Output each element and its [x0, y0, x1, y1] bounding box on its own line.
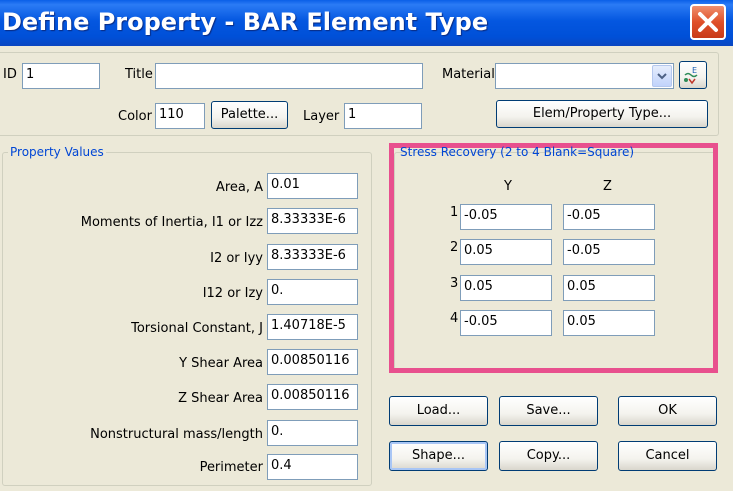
point-1-z-field[interactable]: -0.05	[563, 204, 655, 230]
point-2-number: 2	[450, 240, 459, 255]
property-values-title: Property Values	[8, 145, 106, 159]
z-shear-area-label: Z Shear Area	[178, 391, 263, 406]
material-select[interactable]	[495, 63, 674, 89]
material-library-icon: E	[684, 66, 698, 85]
highlight-frame	[389, 143, 718, 373]
point-2-y-field[interactable]: 0.05	[460, 239, 552, 265]
layer-label: Layer	[303, 109, 340, 124]
point-3-number: 3	[450, 276, 459, 291]
window-title: Define Property - BAR Element Type	[2, 8, 489, 36]
col-y-header: Y	[504, 179, 512, 194]
point-4-y-field[interactable]: -0.05	[460, 310, 552, 336]
z-shear-area-field[interactable]: 0.00850116	[267, 384, 358, 410]
point-4-number: 4	[450, 311, 459, 326]
id-label: ID	[3, 67, 17, 82]
chevron-down-icon	[657, 73, 667, 80]
load-button[interactable]: Load...	[389, 396, 488, 426]
i2-label: I2 or Iyy	[210, 251, 263, 266]
torsional-constant-field[interactable]: 1.40718E-5	[267, 314, 358, 340]
moment-inertia-i1-field[interactable]: 8.33333E-6	[267, 208, 358, 234]
stress-recovery-title: Stress Recovery (2 to 4 Blank=Square)	[400, 145, 635, 159]
nonstructural-mass-label: Nonstructural mass/length	[90, 427, 263, 442]
col-z-header: Z	[603, 179, 612, 194]
area-label: Area, A	[215, 180, 263, 195]
shape-button[interactable]: Shape...	[389, 441, 488, 471]
point-3-y-field[interactable]: 0.05	[460, 275, 552, 301]
title-field[interactable]	[155, 63, 423, 89]
color-field[interactable]: 110	[155, 103, 205, 129]
i2-field[interactable]: 8.33333E-6	[267, 244, 358, 270]
cancel-button[interactable]: Cancel	[618, 441, 717, 471]
material-browse-button[interactable]: E	[679, 61, 707, 89]
palette-button[interactable]: Palette...	[211, 101, 288, 129]
perimeter-field[interactable]: 0.4	[267, 454, 358, 480]
color-label: Color	[118, 109, 152, 124]
i12-field[interactable]: 0.	[267, 279, 358, 305]
nonstructural-mass-field[interactable]: 0.	[267, 420, 358, 446]
save-button[interactable]: Save...	[499, 396, 598, 426]
point-1-number: 1	[450, 205, 459, 220]
title-label: Title	[125, 67, 153, 82]
point-4-z-field[interactable]: 0.05	[563, 310, 655, 336]
material-library-icon-text: E	[692, 66, 697, 75]
layer-field[interactable]: 1	[344, 103, 422, 129]
material-label: Material	[442, 67, 495, 82]
point-2-z-field[interactable]: -0.05	[563, 239, 655, 265]
close-button[interactable]	[690, 4, 726, 40]
material-dropdown-button[interactable]	[652, 65, 672, 87]
torsional-constant-label: Torsional Constant, J	[131, 321, 263, 336]
point-1-y-field[interactable]: -0.05	[460, 204, 552, 230]
y-shear-area-label: Y Shear Area	[179, 356, 263, 371]
perimeter-label: Perimeter	[199, 460, 263, 475]
i12-label: I12 or Izy	[202, 286, 263, 301]
y-shear-area-field[interactable]: 0.00850116	[267, 349, 358, 375]
ok-button[interactable]: OK	[618, 396, 717, 426]
moment-inertia-i1-label: Moments of Inertia, I1 or Izz	[80, 215, 263, 230]
title-bar[interactable]: Define Property - BAR Element Type	[0, 0, 733, 46]
area-field[interactable]: 0.01	[267, 173, 358, 199]
id-field[interactable]: 1	[22, 63, 100, 89]
copy-button[interactable]: Copy...	[499, 441, 598, 471]
close-icon	[698, 12, 718, 32]
elem-property-type-button[interactable]: Elem/Property Type...	[496, 100, 708, 128]
point-3-z-field[interactable]: 0.05	[563, 275, 655, 301]
